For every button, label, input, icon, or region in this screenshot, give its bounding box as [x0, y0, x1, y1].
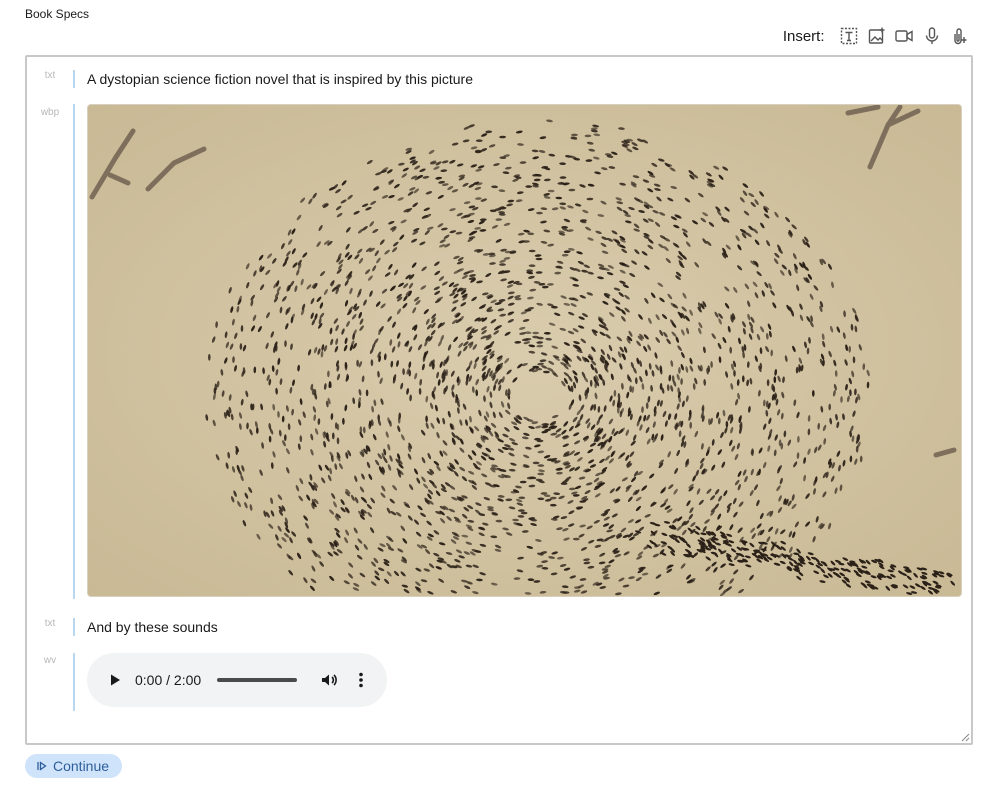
ant-mill-image: [88, 105, 961, 596]
audio-player: 0:00 / 2:00: [87, 653, 387, 707]
insert-audio-button[interactable]: [921, 25, 943, 47]
block-type-tag: txt: [44, 618, 56, 629]
insert-video-button[interactable]: [893, 25, 915, 47]
block-accent-bar: [73, 70, 75, 88]
resize-handle-icon[interactable]: [960, 732, 970, 742]
text-block[interactable]: txt And by these sounds: [27, 616, 971, 638]
content-editor[interactable]: txt A dystopian science fiction novel th…: [25, 55, 973, 745]
microphone-icon: [925, 27, 938, 44]
text-block[interactable]: txt A dystopian science fiction novel th…: [27, 68, 971, 90]
continue-button[interactable]: Continue: [25, 754, 122, 778]
insert-text-button[interactable]: [838, 25, 860, 47]
audio-block[interactable]: wv 0:00 / 2:00: [27, 653, 971, 713]
audio-time: 0:00 / 2:00: [135, 672, 202, 688]
video-icon: [895, 30, 913, 42]
block-text: And by these sounds: [87, 619, 218, 635]
insert-toolbar: Insert:: [783, 25, 970, 47]
block-text: A dystopian science fiction novel that i…: [87, 71, 473, 87]
section-label: Book Specs: [25, 7, 90, 21]
image-add-icon: [868, 27, 884, 44]
attachment-icon: [954, 28, 967, 45]
more-options-icon[interactable]: [351, 670, 371, 690]
block-accent-bar: [73, 104, 75, 599]
play-icon[interactable]: [107, 672, 123, 688]
volume-icon[interactable]: [319, 670, 339, 690]
text-block-icon: [840, 27, 858, 45]
block-accent-bar: [73, 653, 75, 711]
image-block[interactable]: wbp: [27, 104, 971, 600]
block-accent-bar: [73, 618, 75, 636]
ant-mill-photo: [87, 104, 962, 597]
audio-progress-slider[interactable]: [217, 678, 298, 682]
block-type-tag: txt: [44, 70, 56, 81]
continue-icon: [37, 761, 47, 771]
insert-label: Insert:: [782, 27, 825, 45]
continue-label: Continue: [53, 758, 110, 774]
block-type-tag: wv: [43, 655, 57, 666]
insert-image-button[interactable]: [866, 25, 888, 47]
block-type-tag: wbp: [40, 107, 60, 118]
insert-attachment-button[interactable]: [948, 25, 970, 47]
